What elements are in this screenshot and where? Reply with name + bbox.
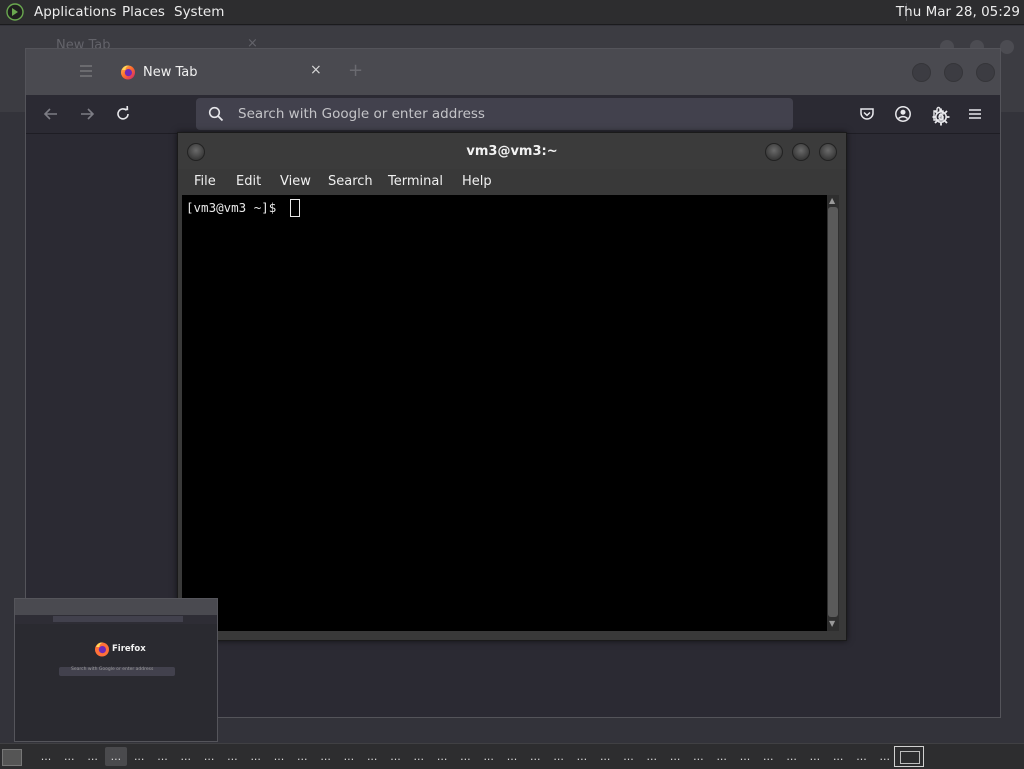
taskbar-item[interactable]: ... (781, 747, 803, 766)
taskbar-item[interactable]: ... (501, 747, 523, 766)
preview-search-box: Search with Google or enter address (59, 667, 175, 676)
taskbar-item[interactable]: ... (338, 747, 360, 766)
taskbar-item[interactable]: ... (757, 747, 779, 766)
show-desktop-icon[interactable] (2, 749, 22, 766)
preview-search-text: Search with Google or enter address (71, 667, 154, 672)
taskbar-item[interactable]: ... (454, 747, 476, 766)
tab-label: New Tab (143, 65, 198, 80)
taskbar-item[interactable]: ... (874, 747, 896, 766)
taskbar-item[interactable]: ... (198, 747, 220, 766)
shell-prompt: [vm3@vm3 ~]$ (186, 200, 277, 215)
bottom-taskbar: ........................................… (0, 743, 1024, 769)
taskbar-item[interactable]: ... (82, 747, 104, 766)
taskbar-item[interactable]: ... (571, 747, 593, 766)
taskbar-item[interactable]: ... (734, 747, 756, 766)
tab-close-icon[interactable]: × (310, 62, 322, 78)
terminal-close-button[interactable] (819, 143, 837, 161)
terminal-menubar: File Edit View Search Terminal Help (182, 169, 842, 195)
taskbar-item[interactable]: ... (431, 747, 453, 766)
settings-gear-icon[interactable] (931, 107, 951, 127)
system-menu[interactable]: System (174, 4, 224, 20)
text-cursor (290, 199, 300, 217)
taskbar-item[interactable]: ... (315, 747, 337, 766)
clock[interactable]: Thu Mar 28, 05:29 (896, 4, 1020, 20)
taskbar-item[interactable]: ... (408, 747, 430, 766)
address-bar[interactable] (196, 98, 793, 130)
terminal-window[interactable]: vm3@vm3:~ File Edit View Search Terminal… (177, 132, 847, 641)
background-close-button (1000, 40, 1014, 54)
taskbar-item[interactable]: ... (664, 747, 686, 766)
menu-file[interactable]: File (194, 174, 216, 189)
window-preview-thumbnail[interactable]: Firefox Search with Google or enter addr… (14, 598, 218, 742)
terminal-scrollbar[interactable]: ▲ ▼ (827, 195, 839, 631)
pocket-icon[interactable] (857, 104, 877, 124)
scrollbar-thumb[interactable] (828, 207, 838, 617)
taskbar-item[interactable]: ... (35, 747, 57, 766)
preview-tabbar (15, 599, 217, 615)
taskbar-item[interactable]: ... (827, 747, 849, 766)
taskbar-item[interactable]: ... (245, 747, 267, 766)
workspace-1[interactable] (900, 751, 920, 764)
top-panel: Applications Places System Thu Mar 28, 0… (0, 0, 1024, 25)
taskbar-item[interactable]: ... (711, 747, 733, 766)
taskbar-item[interactable]: ... (804, 747, 826, 766)
taskbar-item[interactable]: ... (687, 747, 709, 766)
menu-help[interactable]: Help (462, 174, 492, 189)
taskbar-item[interactable]: ... (548, 747, 570, 766)
reload-icon[interactable] (113, 104, 133, 124)
taskbar-item[interactable]: ... (268, 747, 290, 766)
taskbar-item[interactable]: ... (641, 747, 663, 766)
search-icon (208, 106, 224, 122)
app-menu-logo-icon[interactable] (6, 3, 24, 21)
taskbar-item[interactable]: ... (361, 747, 383, 766)
taskbar-item[interactable]: ... (851, 747, 873, 766)
new-tab-plus-icon[interactable]: + (348, 60, 363, 81)
menu-edit[interactable]: Edit (236, 174, 261, 189)
back-icon[interactable] (41, 104, 61, 124)
menu-view[interactable]: View (280, 174, 311, 189)
scroll-up-arrow-icon[interactable]: ▲ (829, 196, 835, 205)
close-button[interactable] (976, 63, 995, 82)
taskbar-item[interactable]: ... (152, 747, 174, 766)
taskbar-item[interactable]: ... (594, 747, 616, 766)
places-menu[interactable]: Places (122, 4, 165, 20)
applications-menu[interactable]: Applications (34, 4, 116, 20)
menu-search[interactable]: Search (328, 174, 373, 189)
taskbar-item[interactable]: ... (104, 747, 127, 766)
maximize-button[interactable] (944, 63, 963, 82)
terminal-title: vm3@vm3:~ (466, 144, 558, 159)
taskbar-item[interactable]: ... (385, 747, 407, 766)
taskbar-item[interactable]: ... (58, 747, 80, 766)
minimize-button[interactable] (912, 63, 931, 82)
terminal-minimize-button[interactable] (765, 143, 783, 161)
forward-icon[interactable] (77, 104, 97, 124)
firefox-logo-icon (121, 65, 135, 80)
taskbar-item[interactable]: ... (478, 747, 500, 766)
preview-urlbar (53, 616, 183, 622)
taskbar-item[interactable]: ... (291, 747, 313, 766)
address-input[interactable] (238, 98, 778, 130)
terminal-titlebar[interactable]: vm3@vm3:~ (178, 133, 846, 169)
taskbar-item[interactable]: ... (221, 747, 243, 766)
workspace-switcher[interactable] (894, 746, 924, 767)
account-icon[interactable] (893, 104, 913, 124)
terminal-output[interactable]: [vm3@vm3 ~]$ (182, 195, 827, 631)
taskbar-item[interactable]: ... (618, 747, 640, 766)
firefox-logo-icon (95, 642, 109, 657)
preview-brand-text: Firefox (112, 644, 146, 654)
menu-icon[interactable] (965, 104, 985, 124)
taskbar-item[interactable]: ... (128, 747, 150, 766)
tab-new-tab[interactable]: New Tab × (112, 57, 332, 87)
tab-bar: New Tab × + (26, 49, 1000, 95)
taskbar-item[interactable]: ... (524, 747, 546, 766)
menu-terminal[interactable]: Terminal (388, 174, 443, 189)
navigation-toolbar (26, 95, 1000, 134)
taskbar-item[interactable]: ... (175, 747, 197, 766)
scroll-down-arrow-icon[interactable]: ▼ (829, 619, 835, 628)
tab-list-icon[interactable] (79, 63, 93, 79)
terminal-maximize-button[interactable] (792, 143, 810, 161)
